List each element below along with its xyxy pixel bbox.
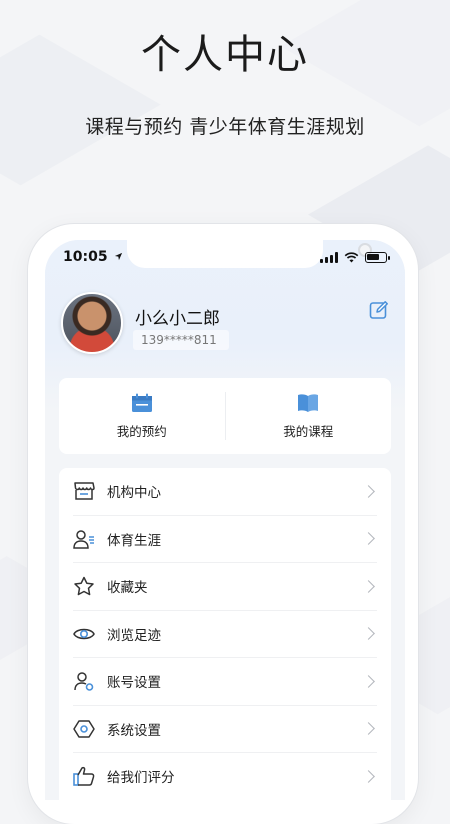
menu-item-browsing-history[interactable]: 浏览足迹	[73, 611, 377, 658]
my-courses-button[interactable]: 我的课程	[226, 378, 392, 454]
profile-name: 小么小二郎	[135, 309, 220, 329]
menu-item-label: 机构中心	[107, 485, 161, 502]
chevron-right-icon	[362, 769, 375, 783]
chevron-right-icon	[362, 532, 375, 546]
edit-profile-button[interactable]	[369, 300, 389, 320]
menu-item-rate-us[interactable]: 给我们评分	[73, 753, 377, 800]
eye-icon	[73, 628, 95, 639]
chevron-right-icon	[362, 722, 375, 736]
menu-item-label: 账号设置	[107, 675, 161, 692]
star-icon	[74, 577, 94, 596]
menu-item-account-settings[interactable]: 账号设置	[73, 658, 377, 706]
chevron-right-icon	[362, 484, 375, 498]
phone-notch	[127, 240, 372, 268]
edit-icon	[369, 301, 388, 319]
cellular-signal-icon	[320, 252, 338, 263]
menu-item-label: 系统设置	[107, 722, 161, 739]
my-appointments-label: 我的预约	[116, 423, 167, 439]
menu-item-system-settings[interactable]: 系统设置	[73, 706, 377, 753]
chevron-right-icon	[362, 579, 375, 593]
menu-list: 机构中心 体育生涯 收藏夹 浏览足迹 账号设置 系统设置 给我们评分	[59, 468, 391, 800]
user-list-icon	[73, 530, 94, 549]
battery-icon	[365, 252, 390, 263]
menu-item-label: 给我们评分	[107, 770, 175, 787]
status-time: 10:05	[63, 249, 123, 265]
menu-item-label: 浏览足迹	[107, 627, 161, 644]
promo-headline: 个人中心	[141, 32, 309, 78]
my-courses-label: 我的课程	[283, 423, 334, 439]
thumbs-up-icon	[73, 767, 95, 787]
calendar-icon	[131, 393, 152, 412]
book-icon	[298, 393, 319, 412]
menu-item-sports-career[interactable]: 体育生涯	[73, 516, 377, 563]
wifi-icon	[344, 252, 359, 263]
chevron-right-icon	[362, 674, 375, 688]
menu-item-label: 体育生涯	[107, 532, 161, 549]
location-arrow-icon	[115, 252, 123, 261]
status-icons	[320, 252, 390, 263]
quick-actions-card: 我的预约 我的课程	[59, 378, 391, 454]
hexagon-gear-icon	[73, 720, 95, 738]
menu-item-favorites[interactable]: 收藏夹	[73, 563, 377, 611]
app-screen: 10:05 小么小二郎 139*****811 我的预约 我的课程 机构中心 体…	[45, 240, 405, 800]
promo-subline: 课程与预约 青少年体育生涯规划	[85, 116, 365, 138]
storefront-icon	[74, 482, 95, 500]
user-settings-icon	[74, 672, 94, 692]
my-appointments-button[interactable]: 我的预约	[59, 378, 225, 454]
avatar[interactable]	[61, 292, 123, 354]
menu-item-institution-center[interactable]: 机构中心	[73, 468, 377, 516]
profile-phone: 139*****811	[133, 330, 229, 350]
chevron-right-icon	[362, 627, 375, 641]
menu-item-label: 收藏夹	[107, 580, 148, 597]
